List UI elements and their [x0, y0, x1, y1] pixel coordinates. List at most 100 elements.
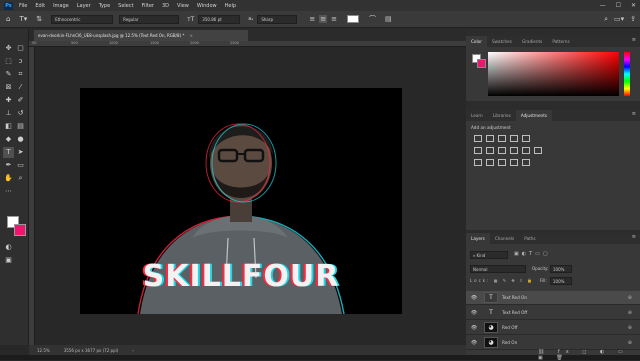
marquee-tool-icon[interactable]: ⬚: [3, 56, 14, 67]
menu-select[interactable]: Select: [118, 3, 133, 9]
antialias-select[interactable]: Sharp: [257, 14, 298, 24]
layer-row-text-red-off[interactable]: 👁 T Text Red Off ⊕: [466, 306, 640, 320]
text-color-swatch[interactable]: [346, 15, 359, 23]
align-center-icon[interactable]: ≡: [319, 15, 328, 23]
layer-row-red-on[interactable]: 👁 ◕ Red On ⊕: [466, 336, 640, 350]
tab-gradients[interactable]: Gradients: [517, 36, 547, 47]
background-color-chip[interactable]: [477, 59, 486, 68]
opacity-input[interactable]: 100%: [550, 265, 572, 273]
brush-tool-icon[interactable]: ✐: [15, 95, 26, 106]
posterize-icon[interactable]: [486, 159, 494, 166]
character-panel-icon[interactable]: ▤: [385, 15, 392, 23]
panel-menu-icon[interactable]: ≡: [632, 37, 636, 43]
home-icon[interactable]: ⌂: [6, 15, 10, 23]
frame-tool-icon[interactable]: ⊠: [3, 82, 14, 93]
layer-name[interactable]: Text Red On: [502, 295, 527, 300]
search-icon[interactable]: ⌕: [604, 15, 608, 24]
layer-row-text-red-on[interactable]: 👁 T Text Red On ⊕: [466, 291, 640, 305]
vibrance-icon[interactable]: [522, 135, 530, 142]
black-white-icon[interactable]: [498, 147, 506, 154]
panel-menu-icon[interactable]: ≡: [632, 234, 636, 240]
quick-mask-icon[interactable]: ◐: [3, 242, 14, 253]
brightness-contrast-icon[interactable]: [474, 135, 482, 142]
levels-icon[interactable]: [486, 135, 494, 142]
eraser-tool-icon[interactable]: ◧: [3, 121, 14, 132]
hue-slider[interactable]: [624, 52, 630, 96]
move-tool-icon[interactable]: ✥: [3, 43, 14, 54]
photo-filter-icon[interactable]: [510, 147, 518, 154]
canvas-text-layer[interactable]: SKILLFOUR: [80, 259, 402, 294]
visibility-eye-icon[interactable]: 👁: [470, 310, 478, 316]
tab-patterns[interactable]: Patterns: [547, 36, 574, 47]
close-button[interactable]: ✕: [631, 0, 636, 11]
gradient-map-icon[interactable]: [510, 159, 518, 166]
healing-brush-tool-icon[interactable]: ✚: [3, 95, 14, 106]
menu-file[interactable]: File: [19, 3, 27, 9]
minimize-button[interactable]: —: [600, 0, 606, 11]
hand-tool-icon[interactable]: ✋: [3, 173, 14, 184]
zoom-tool-icon[interactable]: ⌕: [15, 173, 26, 184]
visibility-eye-icon[interactable]: 👁: [470, 325, 478, 331]
background-color-swatch[interactable]: [14, 224, 26, 236]
warp-text-icon[interactable]: ⌒: [369, 14, 376, 24]
tab-learn[interactable]: Learn: [466, 110, 488, 121]
lock-options[interactable]: Lock: ▦ ✎ ✥ ⌑ 🔒: [470, 278, 534, 283]
more-tools-icon[interactable]: ⋯: [3, 186, 14, 197]
dodge-tool-icon[interactable]: ●: [15, 134, 26, 145]
layer-options-icon[interactable]: ⊕: [628, 295, 632, 301]
crop-tool-icon[interactable]: ⌗: [15, 69, 26, 80]
hue-saturation-icon[interactable]: [474, 147, 482, 154]
text-orientation-icon[interactable]: ⇅: [36, 15, 42, 23]
layer-filter-select[interactable]: ⌕ Kind: [470, 251, 508, 259]
color-field[interactable]: [488, 52, 619, 96]
path-select-tool-icon[interactable]: ➤: [15, 147, 26, 158]
font-style-select[interactable]: Regular: [119, 14, 180, 24]
artboard-tool-icon[interactable]: ▢: [15, 43, 26, 54]
layer-name[interactable]: Red On: [502, 340, 517, 345]
menu-view[interactable]: View: [177, 3, 189, 9]
tab-layers[interactable]: Layers: [466, 233, 490, 244]
menu-edit[interactable]: Edit: [35, 3, 45, 9]
layer-options-icon[interactable]: ⊕: [628, 310, 632, 316]
menu-help[interactable]: Help: [225, 3, 236, 9]
tab-color[interactable]: Color: [466, 36, 487, 47]
tab-swatches[interactable]: Swatches: [487, 36, 517, 47]
invert-icon[interactable]: [474, 159, 482, 166]
layer-filter-icons[interactable]: ▣◐T▭▢: [514, 251, 551, 257]
tab-paths[interactable]: Paths: [519, 233, 540, 244]
layer-name[interactable]: Red Off: [502, 325, 517, 330]
type-tool-preset-icon[interactable]: T▾: [19, 15, 27, 23]
share-icon[interactable]: ⇪: [630, 15, 636, 23]
fill-input[interactable]: 100%: [550, 277, 572, 285]
color-lookup-icon[interactable]: [534, 147, 542, 154]
pen-tool-icon[interactable]: ✒: [3, 160, 14, 171]
shape-tool-icon[interactable]: ▭: [15, 160, 26, 171]
history-brush-tool-icon[interactable]: ↺: [15, 108, 26, 119]
menu-layer[interactable]: Layer: [77, 3, 91, 9]
zoom-level[interactable]: 12.5%: [37, 348, 50, 353]
tab-adjustments[interactable]: Adjustments: [515, 110, 553, 121]
document-canvas[interactable]: SKILLFOUR: [80, 88, 402, 314]
menu-filter[interactable]: Filter: [142, 3, 154, 9]
menu-window[interactable]: Window: [197, 3, 217, 9]
font-size-input[interactable]: 350.86 pt: [198, 14, 241, 24]
align-left-icon[interactable]: ≡: [309, 15, 315, 23]
type-tool-icon[interactable]: T: [3, 147, 14, 158]
menu-3d[interactable]: 3D: [162, 3, 169, 9]
layer-row-red-off[interactable]: 👁 ◕ Red Off ⊕: [466, 321, 640, 335]
align-right-icon[interactable]: ≡: [331, 15, 337, 23]
exposure-icon[interactable]: [510, 135, 518, 142]
document-tab[interactable]: evan-dvorkin-FLhnCl6_UE8-unsplash.jpg @ …: [34, 30, 248, 41]
layer-options-icon[interactable]: ⊕: [628, 325, 632, 331]
panel-menu-icon[interactable]: ≡: [632, 111, 636, 117]
layer-name[interactable]: Text Red Off: [502, 310, 527, 315]
blend-mode-select[interactable]: Normal: [470, 265, 526, 273]
blur-tool-icon[interactable]: ◆: [3, 134, 14, 145]
selective-color-icon[interactable]: [522, 159, 530, 166]
screen-mode-icon[interactable]: ▣: [3, 255, 14, 266]
visibility-eye-icon[interactable]: 👁: [470, 340, 478, 346]
menu-image[interactable]: Image: [53, 3, 69, 9]
clone-stamp-tool-icon[interactable]: ⊥: [3, 108, 14, 119]
gradient-tool-icon[interactable]: ▤: [15, 121, 26, 132]
close-tab-icon[interactable]: ×: [190, 33, 193, 38]
